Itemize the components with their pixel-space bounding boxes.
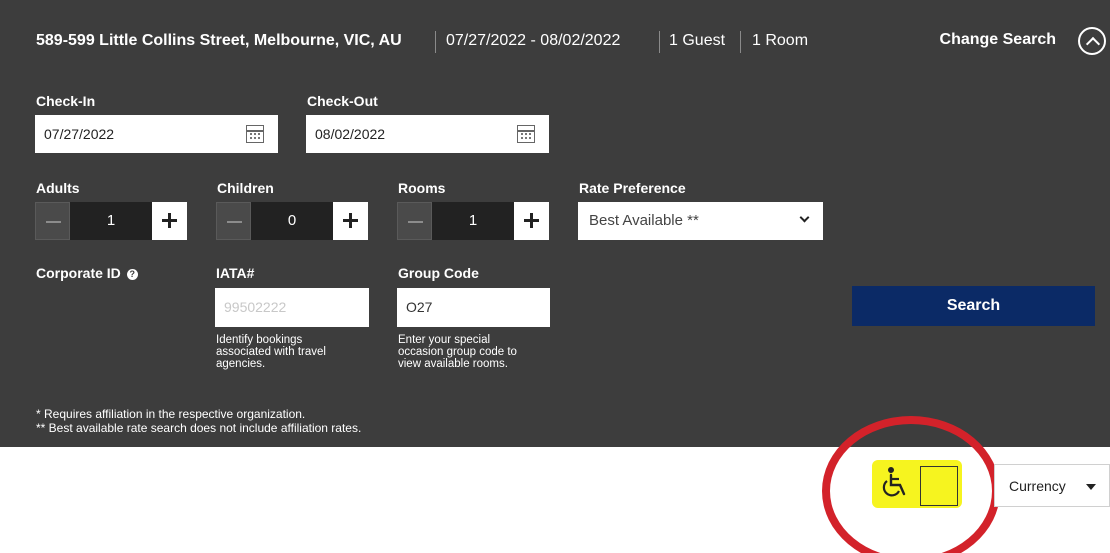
children-increment-button[interactable] [333, 202, 368, 240]
group-help-line: view available rooms. [398, 358, 508, 370]
chevron-down-icon [799, 212, 810, 223]
rate-preference-label: Rate Preference [579, 180, 686, 196]
summary-guests: 1 Guest [669, 32, 726, 49]
iata-label: IATA# [216, 265, 255, 281]
caret-down-icon [1086, 484, 1096, 490]
footnote-best-rate: ** Best available rate search does not i… [36, 421, 362, 435]
group-code-input[interactable]: O27 [397, 288, 550, 327]
checkout-label: Check-Out [307, 93, 378, 109]
change-search-link[interactable]: Change Search [940, 31, 1056, 49]
iata-help-line: agencies. [216, 358, 266, 370]
children-value[interactable]: 0 [251, 202, 333, 240]
group-code-label: Group Code [398, 265, 479, 281]
summary-rooms: 1 Room [752, 32, 809, 49]
search-summary-bar: 589-599 Little Collins Street, Melbourne… [0, 0, 1110, 80]
iata-help-text: Identify bookings associated with travel… [216, 334, 326, 370]
rooms-value[interactable]: 1 [432, 202, 514, 240]
group-code-value: O27 [406, 299, 433, 315]
group-help-line: Enter your special [398, 334, 491, 346]
summary-divider [740, 31, 741, 53]
adults-value[interactable]: 1 [70, 202, 152, 240]
group-help-line: occasion group code to [398, 346, 517, 358]
checkin-date-input[interactable]: 07/27/2022 [35, 115, 278, 153]
adults-decrement-button[interactable] [35, 202, 70, 240]
annotation-circle [822, 416, 1000, 553]
checkin-label: Check-In [36, 93, 96, 109]
currency-label: Currency [1009, 478, 1066, 494]
summary-divider [435, 31, 436, 53]
footnote-affiliation: * Requires affiliation in the respective… [36, 407, 306, 421]
iata-help-line: associated with travel [216, 346, 326, 358]
iata-input[interactable]: 99502222 [215, 288, 369, 327]
help-icon[interactable]: ? [126, 269, 138, 280]
children-label: Children [217, 180, 274, 196]
children-decrement-button[interactable] [216, 202, 251, 240]
checkout-date-input[interactable]: 08/02/2022 [306, 115, 549, 153]
checkout-date-value: 08/02/2022 [315, 126, 386, 142]
search-panel: 589-599 Little Collins Street, Melbourne… [0, 0, 1110, 447]
rooms-decrement-button[interactable] [397, 202, 432, 240]
adults-label: Adults [36, 180, 80, 196]
rate-preference-select[interactable]: Best Available ** [578, 202, 823, 240]
chevron-up-icon[interactable] [1078, 27, 1106, 55]
calendar-icon[interactable] [517, 125, 535, 143]
adults-stepper: 1 [35, 202, 187, 240]
group-code-help-text: Enter your special occasion group code t… [398, 334, 517, 370]
adults-increment-button[interactable] [152, 202, 187, 240]
checkin-date-value: 07/27/2022 [44, 126, 115, 142]
rooms-stepper: 1 [397, 202, 549, 240]
calendar-icon[interactable] [246, 125, 264, 143]
rate-preference-value: Best Available ** [589, 212, 699, 229]
corporate-id-label: Corporate ID? [36, 265, 138, 281]
summary-address: 589-599 Little Collins Street, Melbourne… [36, 32, 402, 49]
children-stepper: 0 [216, 202, 368, 240]
summary-dates: 07/27/2022 - 08/02/2022 [446, 32, 621, 49]
rooms-label: Rooms [398, 180, 446, 196]
currency-dropdown[interactable]: Currency [994, 464, 1110, 507]
iata-help-line: Identify bookings [216, 334, 303, 346]
search-button[interactable]: Search [852, 286, 1095, 326]
corporate-id-label-text: Corporate ID [36, 265, 121, 281]
summary-divider [659, 31, 660, 53]
rooms-increment-button[interactable] [514, 202, 549, 240]
iata-placeholder: 99502222 [224, 299, 287, 315]
